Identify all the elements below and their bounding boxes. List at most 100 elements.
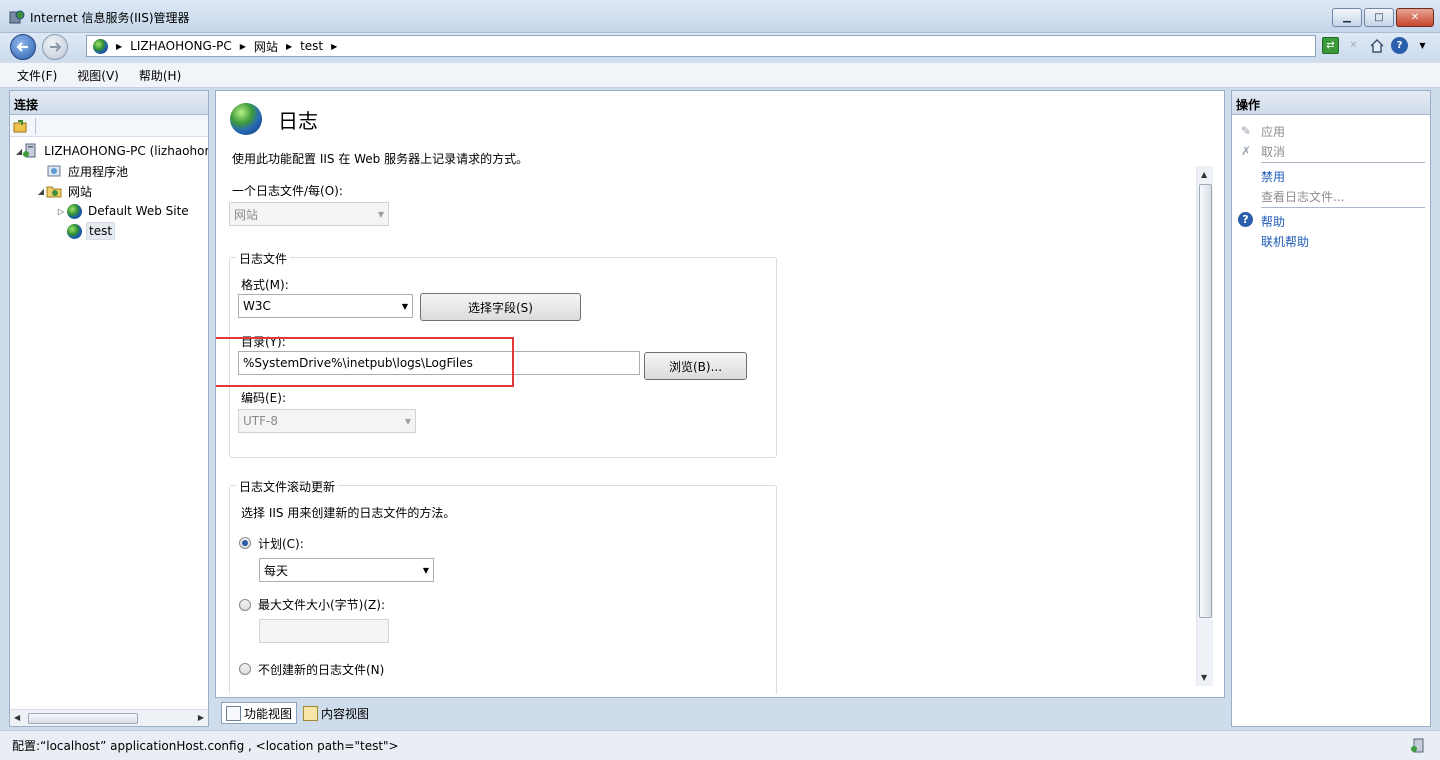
- website-icon: [66, 223, 82, 239]
- schedule-label: 计划(C):: [258, 537, 304, 551]
- breadcrumb-separator: ▶: [239, 41, 246, 51]
- window-title: Internet 信息服务(IIS)管理器: [30, 11, 190, 25]
- encoding-select[interactable]: UTF-8 ▼: [238, 409, 416, 433]
- scroll-left-icon[interactable]: ◀: [14, 713, 20, 722]
- menu-bar: 文件(F) 视图(V) 帮助(H): [0, 62, 1440, 88]
- connections-panel: 连接 ◢ LIZHAOHONG-PC (lizhaohong-PC\lizhao…: [9, 90, 209, 727]
- server-icon: [22, 143, 38, 159]
- tree-item-test[interactable]: test: [10, 221, 208, 241]
- apply-action[interactable]: 应用: [1261, 123, 1285, 140]
- format-label: 格式(M):: [241, 278, 289, 292]
- globe-icon: [93, 38, 108, 54]
- breadcrumb-separator: ▶: [331, 41, 338, 51]
- one-log-per-label: 一个日志文件/每(O):: [232, 184, 343, 198]
- format-select[interactable]: W3C ▼: [238, 294, 413, 318]
- iis-app-icon: [9, 9, 25, 25]
- title-bar: Internet 信息服务(IIS)管理器 ▁ □ ✕: [0, 0, 1440, 33]
- schedule-value: 每天: [264, 563, 289, 578]
- address-bar[interactable]: ▶ LIZHAOHONG-PC ▶ 网站 ▶ test ▶: [86, 35, 1316, 57]
- forward-button[interactable]: [42, 34, 68, 60]
- breadcrumb-sites[interactable]: 网站: [254, 38, 278, 55]
- view-log-files-action[interactable]: 查看日志文件...: [1261, 188, 1344, 205]
- schedule-select[interactable]: 每天 ▼: [259, 558, 434, 582]
- back-arrow-icon: [16, 42, 28, 52]
- connections-header: 连接: [10, 91, 208, 115]
- toolbar-divider: [35, 117, 36, 134]
- collapse-icon[interactable]: ◢: [36, 187, 46, 196]
- connections-tree: ◢ LIZHAOHONG-PC (lizhaohong-PC\lizhaohon…: [10, 137, 208, 241]
- close-icon: ✕: [1410, 12, 1420, 23]
- actions-divider: [1261, 162, 1425, 163]
- view-tabs: 功能视图 内容视图: [215, 700, 1225, 726]
- tree-item-app-pools[interactable]: 应用程序池: [10, 161, 208, 181]
- close-button[interactable]: ✕: [1396, 8, 1434, 27]
- scrollbar-thumb[interactable]: [1199, 184, 1212, 618]
- stop-icon[interactable]: ✕: [1345, 37, 1362, 54]
- highlight-annotation: [216, 337, 514, 387]
- home-icon[interactable]: [1368, 37, 1385, 54]
- breadcrumb-server[interactable]: LIZHAOHONG-PC: [130, 39, 232, 53]
- one-log-per-select[interactable]: 网站 ▼: [229, 202, 389, 226]
- tree-item-server[interactable]: ◢ LIZHAOHONG-PC (lizhaohong-PC\lizhaohon…: [10, 141, 208, 161]
- horizontal-scrollbar[interactable]: ◀ ▶: [10, 709, 208, 726]
- connect-icon[interactable]: [13, 118, 29, 134]
- browse-label: 浏览(B)...: [668, 359, 723, 374]
- breadcrumb-test[interactable]: test: [300, 39, 323, 53]
- maximize-icon: □: [1374, 12, 1384, 23]
- chevron-down-icon: ▼: [404, 417, 411, 426]
- select-fields-label: 选择字段(S): [468, 300, 533, 315]
- scroll-right-icon[interactable]: ▶: [198, 713, 204, 722]
- navigation-bar: ▶ LIZHAOHONG-PC ▶ 网站 ▶ test ▶ ⇄ ✕ ? ▼: [0, 33, 1440, 60]
- tree-item-sites[interactable]: ◢ 网站: [10, 181, 208, 201]
- status-text: 配置:“localhost” applicationHost.config , …: [12, 739, 399, 753]
- expand-icon[interactable]: ▷: [56, 207, 66, 216]
- content-view-icon: [303, 705, 319, 721]
- encoding-label: 编码(E):: [241, 391, 286, 405]
- status-server-icon: [1410, 738, 1426, 754]
- encoding-value: UTF-8: [243, 414, 278, 428]
- sites-folder-icon: [46, 183, 62, 199]
- browse-button[interactable]: 浏览(B)...: [644, 352, 747, 380]
- forward-arrow-icon: [50, 42, 62, 52]
- logging-globe-icon: [230, 103, 262, 135]
- menu-file[interactable]: 文件(F): [10, 65, 64, 86]
- select-fields-button[interactable]: 选择字段(S): [420, 293, 581, 321]
- help-icon[interactable]: ?: [1391, 37, 1408, 54]
- apply-icon: ✎: [1240, 124, 1252, 138]
- tree-item-label: 应用程序池: [68, 164, 129, 179]
- back-button[interactable]: [10, 34, 36, 60]
- tree-item-label: Default Web Site: [88, 204, 189, 218]
- breadcrumb-separator: ▶: [116, 41, 123, 51]
- tree-item-default-web-site[interactable]: ▷ Default Web Site: [10, 201, 208, 221]
- menu-view[interactable]: 视图(V): [70, 65, 126, 86]
- no-new-log-radio[interactable]: [239, 663, 251, 675]
- help-dropdown-icon[interactable]: ▼: [1414, 37, 1431, 54]
- cancel-action[interactable]: 取消: [1261, 143, 1285, 160]
- logging-feature-page: 日志 使用此功能配置 IIS 在 Web 服务器上记录请求的方式。 一个日志文件…: [215, 90, 1225, 698]
- rollover-description: 选择 IIS 用来创建新的日志文件的方法。: [241, 506, 456, 520]
- maximize-button[interactable]: □: [1364, 8, 1394, 27]
- rollover-group-title: 日志文件滚动更新: [236, 478, 339, 495]
- scroll-down-icon[interactable]: ▼: [1201, 673, 1207, 682]
- help-icon: ?: [1238, 212, 1253, 227]
- app-pool-icon: [46, 163, 62, 179]
- tab-label: 内容视图: [321, 706, 370, 721]
- actions-header: 操作: [1232, 91, 1430, 115]
- help-action[interactable]: 帮助: [1261, 213, 1285, 230]
- schedule-radio[interactable]: [239, 537, 251, 549]
- disable-action[interactable]: 禁用: [1261, 168, 1285, 185]
- tab-features-view[interactable]: 功能视图: [221, 702, 298, 724]
- vertical-scrollbar[interactable]: ▲ ▼: [1196, 166, 1213, 686]
- scroll-up-icon[interactable]: ▲: [1201, 170, 1207, 179]
- minimize-button[interactable]: ▁: [1332, 8, 1362, 27]
- scrollbar-thumb[interactable]: [28, 713, 138, 724]
- refresh-icon[interactable]: ⇄: [1322, 37, 1339, 54]
- max-size-radio[interactable]: [239, 599, 251, 611]
- chevron-down-icon: ▼: [422, 566, 429, 575]
- features-view-icon: [226, 705, 241, 721]
- online-help-action[interactable]: 联机帮助: [1261, 233, 1309, 250]
- max-size-input[interactable]: [259, 619, 389, 643]
- actions-divider: [1261, 207, 1425, 208]
- menu-help[interactable]: 帮助(H): [132, 65, 188, 86]
- tab-content-view[interactable]: 内容视图: [299, 702, 373, 724]
